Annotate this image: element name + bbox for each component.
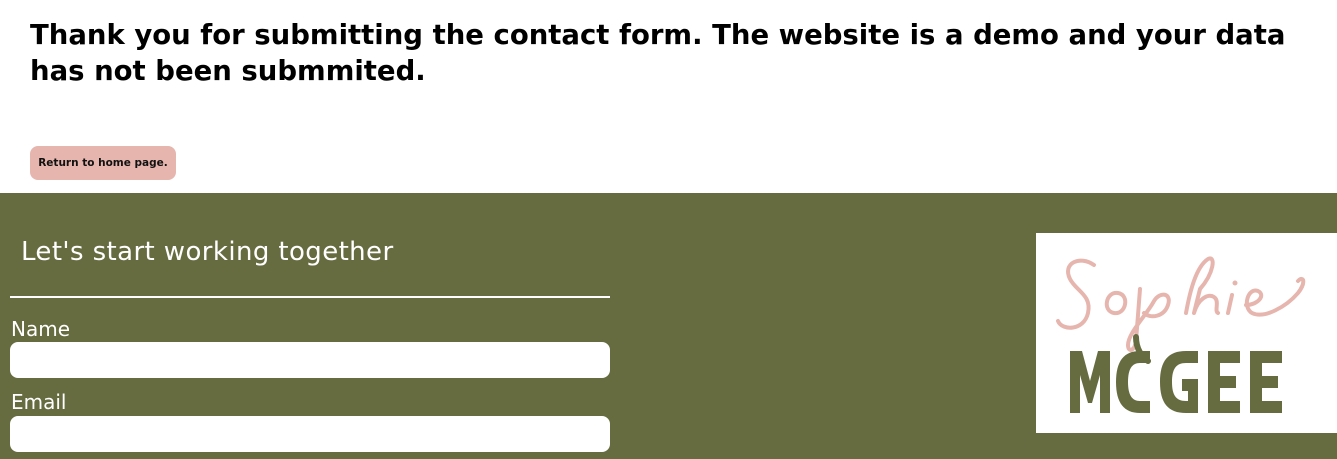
email-label: Email	[11, 390, 67, 414]
confirmation-message: Thank you for submitting the contact for…	[30, 19, 1286, 87]
name-field[interactable]	[10, 342, 610, 378]
confirmation-section: Thank you for submitting the contact for…	[0, 0, 1337, 193]
logo-mark	[1056, 256, 1306, 413]
logo-block-word	[1070, 351, 1282, 413]
name-label: Name	[11, 317, 71, 341]
footer: Let's start working together Name Email	[0, 193, 1337, 459]
footer-divider	[10, 296, 610, 298]
email-field[interactable]	[10, 416, 610, 452]
logo-script-word	[1056, 256, 1306, 352]
footer-heading: Let's start working together	[21, 237, 394, 267]
return-home-button[interactable]: Return to home page.	[30, 146, 176, 180]
logo	[1036, 233, 1337, 433]
